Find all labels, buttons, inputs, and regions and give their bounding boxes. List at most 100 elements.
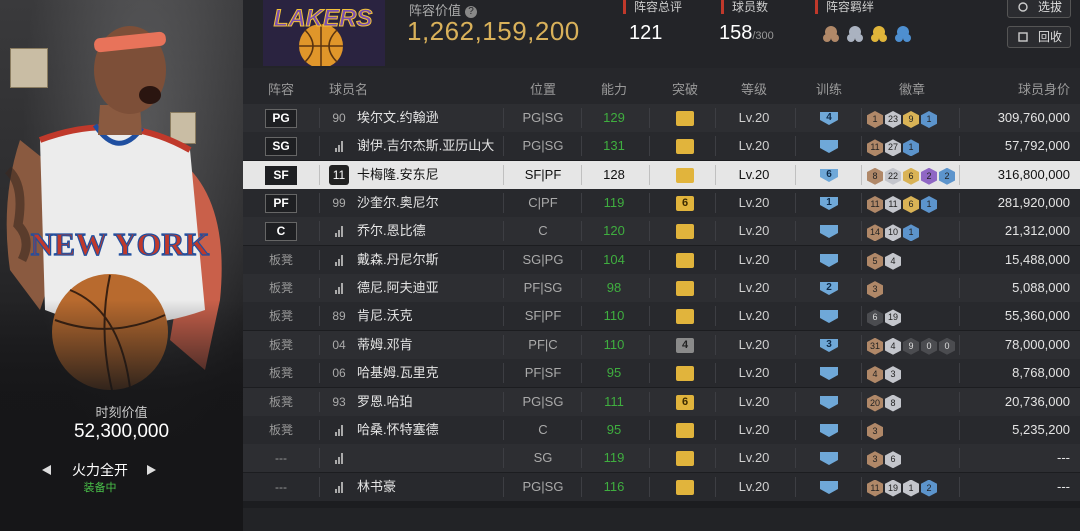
select-button-label: 选拔: [1038, 0, 1063, 14]
badge-list[interactable]: 31 4 9 0 0: [867, 336, 957, 355]
player-level: Lv.20: [738, 138, 770, 154]
table-row[interactable]: SG 谢伊.吉尔杰斯.亚历山大 PG|SG 131 Lv.20 11 27 1 57,792,0…: [243, 132, 1080, 161]
player-name[interactable]: 戴森.丹尼尔斯: [357, 246, 439, 274]
next-card-arrow-icon[interactable]: [144, 462, 158, 478]
table-row[interactable]: 板凳 04 蒂姆.邓肯 PF|C 110 4 Lv.20 3 31 4 9 0 0 78,000,000: [243, 330, 1080, 359]
badge-list[interactable]: 20 8: [867, 393, 903, 412]
player-count: 158: [719, 22, 753, 44]
col-lineup: 阵容: [267, 82, 294, 97]
player-name[interactable]: 罗恩.哈珀: [357, 388, 413, 416]
table-row[interactable]: PG 90 埃尔文.约翰逊 PG|SG 129 Lv.20 4 1 23 9 1 309,760,00…: [243, 104, 1080, 132]
lineup-chemistry-label: 阵容羁绊: [815, 0, 874, 14]
badge-count: 4: [885, 337, 901, 355]
training-shield-icon: [820, 140, 838, 154]
badge-list[interactable]: 3: [867, 279, 885, 299]
column-divider: [861, 221, 862, 242]
table-row[interactable]: --- 林书豪 PG|SG 116 Lv.20 11 19 1 2 ---: [243, 472, 1080, 501]
player-position: C: [538, 223, 548, 239]
training-shield-icon: [820, 452, 838, 466]
player-level: Lv.20: [738, 421, 770, 437]
lineup-slot-badge: SF: [265, 165, 297, 185]
player-name[interactable]: 谢伊.吉尔杰斯.亚历山大: [357, 132, 494, 160]
column-divider: [503, 419, 504, 440]
table-row[interactable]: SF 11 卡梅隆.安东尼 SF|PF 128 Lv.20 6 8 22 6 2 2 316,800,0…: [243, 160, 1080, 189]
chemistry-blue-icon: [895, 26, 911, 42]
badge-list[interactable]: 43: [867, 364, 903, 384]
column-divider: [795, 221, 796, 242]
table-row[interactable]: --- SG 119 Lv.20 3 6 ---: [243, 444, 1080, 473]
column-divider: [861, 193, 862, 214]
jersey-number: 04: [332, 337, 346, 352]
column-divider: [861, 391, 862, 412]
player-name[interactable]: 蒂姆.邓肯: [357, 331, 413, 359]
player-ability: 110: [603, 336, 625, 352]
badge-list[interactable]: 14 10 1: [867, 222, 921, 242]
table-row[interactable]: 板凳 戴森.丹尼尔斯 SG|PG 104 Lv.20 5 4 15,488,000: [243, 245, 1080, 274]
column-divider: [715, 391, 716, 412]
breakthrough-crown-icon: [676, 479, 694, 495]
player-name[interactable]: 林书豪: [357, 473, 396, 501]
table-row[interactable]: 板凳 哈桑.怀特塞德 C 95 Lv.20 3 5,235,200: [243, 415, 1080, 444]
table-row[interactable]: PF 99 沙奎尔.奥尼尔 C|PF 119 6 Lv.20 1 11 11 6 1 281,920,0…: [243, 189, 1080, 218]
column-divider: [581, 221, 582, 242]
player-name[interactable]: 哈桑.怀特塞德: [357, 416, 439, 444]
table-row[interactable]: C 乔尔.恩比德 C 120 Lv.20 14 10 1 21,312,000: [243, 217, 1080, 246]
previous-card-arrow-icon[interactable]: [40, 462, 54, 478]
recycle-button-label: 回收: [1038, 30, 1063, 44]
player-name[interactable]: 哈基姆.瓦里克: [357, 359, 439, 387]
badge-list[interactable]: 11 19 1 2: [867, 478, 939, 497]
player-ability: 98: [606, 280, 622, 296]
training-shield-icon: [820, 480, 838, 494]
column-divider: [319, 164, 320, 185]
badge-list[interactable]: 8 22 6 2 2: [867, 166, 957, 185]
badge-list[interactable]: 11 11 6 1: [867, 194, 939, 214]
badge-list[interactable]: 3: [867, 421, 885, 440]
table-row[interactable]: 板凳 93 罗恩.哈珀 PG|SG 111 6 Lv.20 20 8 20,736,000: [243, 387, 1080, 416]
recycle-button[interactable]: 回收: [1007, 26, 1071, 48]
table-row[interactable]: 板凳 德尼.阿夫迪亚 PF|SG 98 Lv.20 2 3 5,088,000: [243, 274, 1080, 303]
column-divider: [581, 278, 582, 299]
column-divider: [503, 108, 504, 128]
player-ability: 116: [603, 478, 625, 494]
player-name[interactable]: 肯尼.沃克: [357, 302, 413, 330]
badge-count: 14: [867, 224, 883, 242]
player-count-max: /300: [752, 30, 774, 42]
column-divider: [319, 136, 320, 157]
table-row[interactable]: 板凳 06 哈基姆.瓦里克 PF|SF 95 Lv.20 4 3 8,768,000: [243, 359, 1080, 388]
column-divider: [649, 419, 650, 440]
badge-count: 3: [867, 451, 883, 469]
roster-table: 阵容 球员名 位置 能力 突破 等级 训练 徽章 球员身价 PG 90 埃尔文.约翰…: [243, 68, 1080, 508]
badge-list[interactable]: 1 23 9 1: [867, 109, 939, 128]
player-name[interactable]: 德尼.阿夫迪亚: [357, 274, 439, 302]
badge-list[interactable]: 11 27 1: [867, 137, 921, 157]
badge-list[interactable]: 54: [867, 251, 903, 270]
badge-list[interactable]: 6 19: [867, 307, 903, 327]
player-position: PF|SG: [523, 280, 563, 296]
table-row[interactable]: 板凳 89 肯尼.沃克 SF|PF 110 Lv.20 6 19 55,360,000: [243, 302, 1080, 331]
player-name[interactable]: 乔尔.恩比德: [357, 217, 426, 245]
column-divider: [795, 476, 796, 497]
player-name[interactable]: 沙奎尔.奥尼尔: [357, 189, 439, 217]
player-name[interactable]: 埃尔文.约翰逊: [357, 104, 439, 132]
column-divider: [795, 136, 796, 157]
column-divider: [715, 136, 716, 157]
column-divider: [649, 306, 650, 327]
lineup-slot: 板凳: [268, 309, 293, 324]
badge-list[interactable]: 36: [867, 449, 903, 469]
player-name[interactable]: 卡梅隆.安东尼: [357, 161, 439, 189]
column-divider: [959, 221, 960, 242]
lineup-slot-badge: SG: [265, 137, 297, 157]
column-divider: [581, 249, 582, 270]
badge-count: 8: [885, 394, 901, 412]
column-divider: [715, 448, 716, 469]
lineup-slot: 板凳: [268, 281, 293, 296]
column-divider: [715, 164, 716, 185]
column-divider: [581, 193, 582, 214]
chemistry-icons[interactable]: [821, 20, 921, 44]
lineup-slot: 板凳: [268, 337, 293, 352]
column-divider: [581, 476, 582, 497]
select-button[interactable]: 选拔: [1007, 0, 1071, 18]
col-badges: 徽章: [898, 82, 925, 97]
card-selector: 火力全开: [40, 459, 160, 481]
badge-count: 31: [867, 337, 883, 355]
